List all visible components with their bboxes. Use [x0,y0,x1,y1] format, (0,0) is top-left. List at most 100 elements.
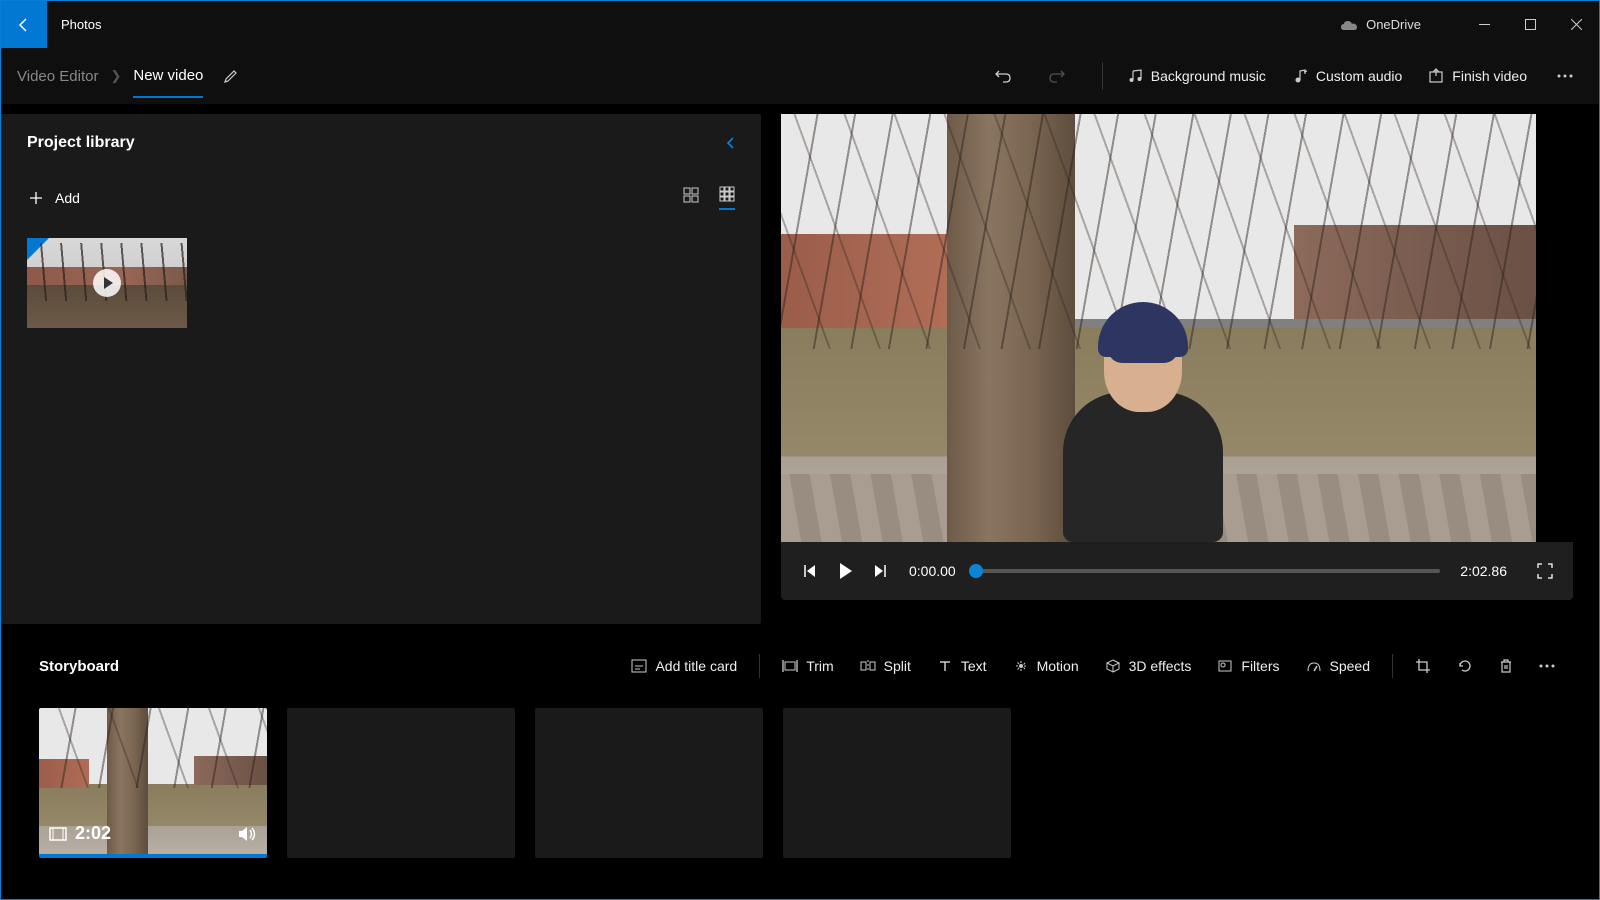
add-title-card-label: Add title card [655,658,737,674]
pencil-icon [223,68,239,84]
arrow-left-icon [16,17,32,33]
library-item[interactable] [27,238,187,328]
undo-button[interactable] [988,61,1018,91]
breadcrumb: Video Editor ❯ New video [17,55,203,98]
toolbar: Video Editor ❯ New video Background musi… [1,48,1599,104]
divider [1392,654,1393,678]
app-title: Photos [61,17,101,32]
motion-icon [1013,659,1029,673]
custom-audio-label: Custom audio [1316,68,1402,84]
crop-icon [1415,658,1431,674]
library-title: Project library [27,134,135,152]
finish-video-button[interactable]: Finish video [1416,60,1539,92]
breadcrumb-root[interactable]: Video Editor [17,68,98,85]
trim-icon [782,659,798,673]
playback-bar: 0:00.00 2:02.86 [781,542,1573,600]
scrubber-thumb[interactable] [969,564,983,578]
background-music-label: Background music [1151,68,1266,84]
storyboard-title: Storyboard [39,658,119,675]
split-label: Split [884,658,911,674]
trim-button[interactable]: Trim [770,650,845,682]
project-library-panel: Project library Add [1,114,761,624]
filmstrip-icon [49,825,67,843]
more-button[interactable] [1547,66,1583,86]
maximize-icon [1525,19,1536,30]
grid-small-icon [719,186,735,202]
next-frame-button[interactable] [873,563,889,579]
speed-button[interactable]: Speed [1294,650,1382,682]
clip-duration-label: 2:02 [75,823,111,844]
resize-button[interactable] [1403,650,1443,682]
play-icon [93,269,121,297]
3d-effects-label: 3D effects [1129,658,1192,674]
storyboard-clip[interactable]: 2:02 [39,708,267,858]
more-icon [1539,664,1555,668]
minimize-button[interactable] [1461,10,1507,40]
delete-button[interactable] [1487,650,1525,682]
divider [759,654,760,678]
add-label: Add [55,190,80,206]
prev-frame-button[interactable] [801,563,817,579]
breadcrumb-current[interactable]: New video [133,67,203,98]
progress-scrubber[interactable] [976,569,1441,573]
play-button[interactable] [837,562,853,580]
view-large-button[interactable] [683,187,699,209]
fullscreen-button[interactable] [1537,563,1553,579]
finish-video-label: Finish video [1452,68,1527,84]
text-icon [937,659,953,673]
onedrive-button[interactable]: OneDrive [1340,17,1421,32]
filters-button[interactable]: Filters [1205,650,1291,682]
step-back-icon [801,563,817,579]
custom-audio-button[interactable]: Custom audio [1280,60,1414,92]
close-icon [1571,19,1582,30]
storyboard-slot[interactable] [783,708,1011,858]
more-icon [1557,74,1573,78]
storyboard-panel: Storyboard Add title card Trim Split Tex… [1,624,1599,858]
storyboard-more-button[interactable] [1527,656,1567,676]
maximize-button[interactable] [1507,10,1553,40]
rotate-button[interactable] [1445,650,1485,682]
add-media-button[interactable]: Add [27,184,82,212]
filters-icon [1217,659,1233,673]
grid-large-icon [683,187,699,203]
background-music-button[interactable]: Background music [1115,60,1278,92]
divider [1102,62,1103,90]
text-button[interactable]: Text [925,650,999,682]
redo-icon [1048,67,1066,85]
current-time: 0:00.00 [909,563,956,579]
redo-button [1042,61,1072,91]
total-time: 2:02.86 [1460,563,1507,579]
audio-icon [1292,68,1308,84]
add-title-card-button[interactable]: Add title card [619,650,749,682]
speed-icon [1306,659,1322,673]
split-button[interactable]: Split [848,650,923,682]
rotate-icon [1457,658,1473,674]
chevron-right-icon: ❯ [110,68,121,84]
back-button[interactable] [1,1,47,48]
window-controls [1461,10,1599,40]
title-card-icon [631,659,647,673]
undo-icon [994,67,1012,85]
step-forward-icon [873,563,889,579]
storyboard-slot[interactable] [287,708,515,858]
storyboard-slot[interactable] [535,708,763,858]
3d-icon [1105,659,1121,673]
preview-panel: 0:00.00 2:02.86 [781,114,1583,624]
split-icon [860,659,876,673]
3d-effects-button[interactable]: 3D effects [1093,650,1204,682]
close-button[interactable] [1553,10,1599,40]
minimize-icon [1479,19,1490,30]
trim-label: Trim [806,658,833,674]
collapse-library-button[interactable] [725,136,735,150]
preview-video[interactable] [781,114,1536,542]
view-small-button[interactable] [719,186,735,210]
motion-button[interactable]: Motion [1001,650,1091,682]
plus-icon [29,191,43,205]
volume-icon[interactable] [237,825,257,843]
chevron-left-icon [725,136,735,150]
rename-button[interactable] [223,68,239,84]
trash-icon [1499,658,1513,674]
titlebar: Photos OneDrive [1,1,1599,48]
music-icon [1127,68,1143,84]
text-label: Text [961,658,987,674]
